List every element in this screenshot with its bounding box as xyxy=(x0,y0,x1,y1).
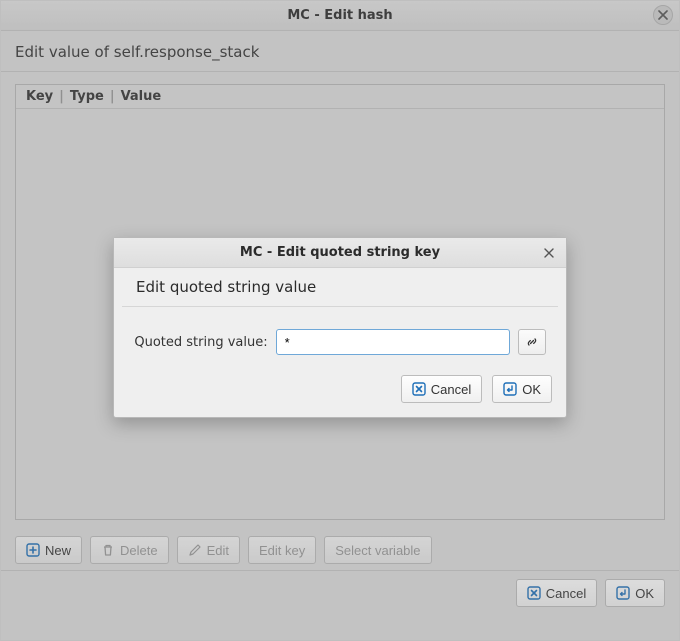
dialog-ok-button[interactable]: OK xyxy=(492,375,552,403)
dialog-title: MC - Edit quoted string key xyxy=(240,245,440,260)
field-label: Quoted string value: xyxy=(134,335,267,350)
dialog-body: Quoted string value: xyxy=(114,307,566,365)
quoted-string-input[interactable] xyxy=(276,329,510,355)
button-label: OK xyxy=(522,382,541,397)
dialog-footer: Cancel OK xyxy=(114,365,566,417)
edit-string-dialog: MC - Edit quoted string key Edit quoted … xyxy=(113,237,567,418)
link-button[interactable] xyxy=(518,329,546,355)
link-icon xyxy=(525,335,539,349)
button-label: Cancel xyxy=(431,382,471,397)
dialog-close-button[interactable] xyxy=(540,244,558,262)
cancel-icon xyxy=(412,382,426,396)
dialog-subtitle: Edit quoted string value xyxy=(122,268,558,307)
modal-overlay: MC - Edit quoted string key Edit quoted … xyxy=(1,1,679,640)
dialog-cancel-button[interactable]: Cancel xyxy=(401,375,482,403)
close-icon xyxy=(544,248,554,258)
dialog-titlebar: MC - Edit quoted string key xyxy=(114,238,566,268)
main-window: MC - Edit hash Edit value of self.respon… xyxy=(0,0,680,641)
enter-icon xyxy=(503,382,517,396)
